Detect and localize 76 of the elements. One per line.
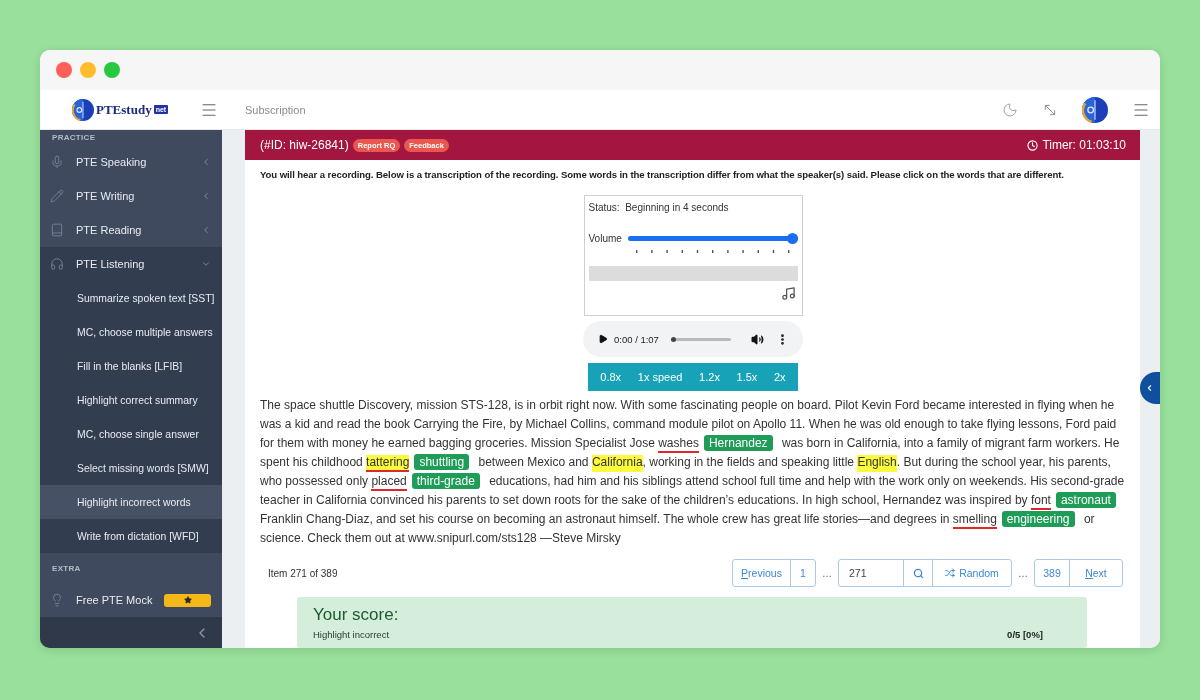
- play-icon: [598, 334, 608, 344]
- transcript-word[interactable]: tattering: [366, 455, 410, 472]
- sidebar-subitem[interactable]: MC, choose multiple answers: [40, 315, 222, 349]
- random-button[interactable]: Random: [932, 559, 1012, 587]
- chevron-left-icon: [1145, 382, 1154, 394]
- timer-text: Timer: 01:03:10: [1042, 138, 1126, 152]
- instruction-text: You will hear a recording. Below is a transcription of the recording. Some words in the transcription differ from what the speaker(s) said. Please click on the words that are different.: [260, 168, 1065, 182]
- brand-name: PTEstudy: [96, 101, 152, 118]
- page-button[interactable]: 389: [1034, 559, 1070, 587]
- sidebar-subitem[interactable]: MC, choose single answer: [40, 417, 222, 451]
- chevron-left-icon: [201, 157, 211, 167]
- sidebar-subitem[interactable]: Summarize spoken text [SST]: [40, 281, 222, 315]
- pagination-ellipsis: …: [821, 567, 833, 579]
- moon-icon: [1002, 101, 1018, 118]
- clock-icon: [1027, 139, 1039, 151]
- sidebar-subitem[interactable]: Select missing words [SMW]: [40, 451, 222, 485]
- question-id: (#ID: hiw-26841): [260, 138, 349, 152]
- correct-word-tag: shuttling: [414, 454, 470, 470]
- transcript-word[interactable]: washes: [658, 436, 699, 453]
- correct-word-tag: astronaut: [1055, 492, 1116, 508]
- transcript-text: The space shuttle Discovery, mission STS-128, is in orbit right now. With some fascinating people on board. Pilot Kevin Ford became interested in flying when he was a kid and read the book Carrying the Fire, by Michael Collins, command module pilot on Apollo 11. When he was old enough to take flying lessons, Ford paid for them with money he earned bagging groceries. Mission Specialist Jose washes Hernandez was born in California, into a family of migrant farm workers. He spent his childhood tattering shuttling between Mexico and California, working in the fields and speaking little English. But during the school year, his parents, who possessed only placed third-grade educations, had him and his siblings attend school full time and help with the work only on weekends. His second-grade teacher in California convinced his parents to set down roots for the sake of the children’s educations. In high school, Hernandez was inspired by font astronaut Franklin Chang-Diaz, and set his course on becoming an astronaut himself. The whole crew has great life stories—and degrees in smelling engineering or science. Check them out at www.snipurl.com/sts128 —Steve Mirsky: [260, 397, 1126, 547]
- transcript-word[interactable]: English: [857, 455, 897, 472]
- page-input[interactable]: 271: [838, 559, 904, 587]
- side-panel-toggle[interactable]: [1140, 372, 1160, 404]
- book-icon: [50, 223, 64, 237]
- sidebar-subitem[interactable]: Highlight correct summary: [40, 383, 222, 417]
- sidebar-item[interactable]: PTE Listening: [40, 247, 222, 281]
- sidebar-subitem[interactable]: Write from dictation [WFD]: [40, 519, 222, 553]
- correct-word-tag: third-grade: [411, 473, 480, 489]
- chevron-down-icon: [201, 259, 211, 269]
- music-note-icon: [780, 286, 796, 301]
- transcript-word[interactable]: California: [591, 455, 643, 472]
- status-text: Status: Beginning in 4 seconds: [588, 202, 730, 213]
- chevron-left-icon: [201, 225, 211, 235]
- window-close-button[interactable]: [56, 62, 72, 78]
- sidebar-item[interactable]: PTE Reading: [40, 213, 222, 247]
- item-counter: Item 271 of 389: [267, 567, 338, 579]
- logo-icon: [72, 98, 94, 121]
- volume-button[interactable]: [751, 332, 764, 346]
- sidebar-item[interactable]: Free PTE Mock: [40, 583, 222, 617]
- section-title: EXTRA: [51, 563, 82, 575]
- sidebar-item[interactable]: PTE Speaking: [40, 145, 222, 179]
- volume-label: Volume: [588, 233, 622, 244]
- score-label: Highlight incorrect: [313, 629, 390, 640]
- audio-time: 0:00 / 1:07: [614, 333, 659, 345]
- slider-thumb[interactable]: [670, 336, 676, 342]
- speaker-icon: [751, 332, 764, 346]
- previous-button[interactable]: Previous: [732, 559, 791, 587]
- pencil-icon: [50, 189, 64, 203]
- dark-mode-button[interactable]: [1002, 101, 1018, 118]
- volume-slider-track[interactable]: [627, 236, 798, 241]
- play-button[interactable]: [598, 334, 608, 344]
- shuffle-icon: [945, 568, 956, 578]
- transcript-word[interactable]: placed: [371, 474, 407, 491]
- lightbulb-icon: [50, 593, 64, 607]
- slider-thumb[interactable]: [786, 233, 798, 244]
- headphones-icon: [50, 257, 64, 271]
- section-title: PRACTICE: [51, 132, 97, 144]
- sidebar-subitem[interactable]: Highlight incorrect words: [40, 485, 222, 519]
- correct-word-tag: engineering: [1001, 511, 1075, 527]
- score-value: 0/5 [0%]: [1007, 629, 1043, 640]
- mic-icon: [50, 155, 64, 169]
- chevron-left-icon: [201, 191, 211, 201]
- transcript-word[interactable]: smelling: [952, 512, 997, 529]
- sidebar-subitem[interactable]: Fill in the blanks [LFIB]: [40, 349, 222, 383]
- next-button[interactable]: Next: [1069, 559, 1123, 587]
- pagination-ellipsis: …: [1017, 567, 1029, 579]
- page-button[interactable]: 1: [790, 559, 816, 587]
- seek-track[interactable]: [670, 337, 731, 341]
- search-button[interactable]: [903, 559, 933, 587]
- nav-link[interactable]: Subscription: [245, 103, 306, 116]
- search-icon: [912, 567, 924, 579]
- avatar-icon[interactable]: [1082, 96, 1108, 123]
- correct-word-tag: Hernandez: [703, 435, 773, 451]
- sidebar-item[interactable]: PTE Writing: [40, 179, 222, 213]
- score-title: Your score:: [313, 605, 400, 625]
